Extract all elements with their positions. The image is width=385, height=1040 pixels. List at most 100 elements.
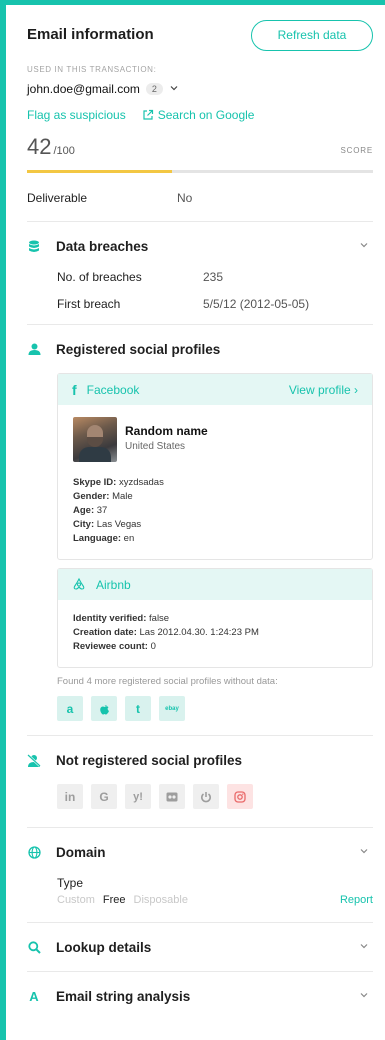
database-icon <box>27 239 41 253</box>
lookup-details-header[interactable]: Lookup details <box>27 923 373 971</box>
ebay-icon[interactable]: ebay <box>159 696 185 721</box>
lookup-details-section: Lookup details <box>27 923 373 972</box>
first-breach-label: First breach <box>57 297 121 311</box>
registered-social-title: Registered social profiles <box>56 341 221 357</box>
more-profiles-text: Found 4 more registered social profiles … <box>57 676 278 687</box>
email-count-badge: 2 <box>145 83 163 95</box>
view-profile-link[interactable]: View profile › <box>289 383 358 397</box>
profile-field: Gender: Male <box>73 491 133 502</box>
refresh-data-button[interactable]: Refresh data <box>251 20 373 51</box>
not-registered-title: Not registered social profiles <box>56 752 243 768</box>
airbnb-card: Airbnb Identity verified: false Creation… <box>57 568 373 668</box>
used-in-transaction-label: USED IN THIS TRANSACTION: <box>27 65 157 74</box>
data-breaches-header[interactable]: Data breaches <box>27 222 373 270</box>
string-analysis-title: Email string analysis <box>56 988 191 1004</box>
user-blocked-icon <box>27 753 41 767</box>
linkedin-icon[interactable]: in <box>57 784 83 809</box>
domain-type-options: Custom Free Disposable Report <box>57 894 373 906</box>
chevron-right-icon: › <box>354 382 358 397</box>
profile-field: Skype ID: xyzdsadas <box>73 477 164 488</box>
user-icon <box>27 342 41 356</box>
external-link-icon <box>142 109 154 121</box>
panel-header: Email information Refresh data <box>27 5 373 63</box>
breach-details: No. of breaches 235 First breach 5/5/12 … <box>27 270 373 311</box>
airbnb-card-header: Airbnb <box>58 569 372 600</box>
profile-location: United States <box>125 441 186 452</box>
panel-title: Email information <box>27 26 154 43</box>
domain-header[interactable]: Domain <box>27 828 373 876</box>
facebook-name: Facebook <box>86 382 140 397</box>
airbnb-name: Airbnb <box>96 577 131 592</box>
score-label: SCORE <box>340 146 373 155</box>
profile-field: Language: en <box>73 533 135 544</box>
email-selector[interactable]: john.doe@gmail.com 2 <box>27 82 373 96</box>
chevron-down-icon[interactable] <box>359 846 369 859</box>
deliverable-value: No <box>177 191 193 205</box>
instagram-icon[interactable] <box>227 784 253 809</box>
score-bar <box>27 170 373 173</box>
data-breaches-section: Data breaches No. of breaches 235 First … <box>27 222 373 325</box>
flickr-icon[interactable] <box>159 784 185 809</box>
domain-option-free: Free <box>102 894 126 906</box>
chevron-down-icon[interactable] <box>169 83 179 96</box>
search-icon <box>27 940 41 954</box>
amazon-icon[interactable]: a <box>57 696 83 721</box>
string-analysis-header[interactable]: A Email string analysis <box>27 972 373 1020</box>
apple-icon[interactable] <box>91 696 117 721</box>
facebook-icon: f <box>72 381 77 398</box>
registered-social-section: Registered social profiles f Facebook Vi… <box>27 325 373 736</box>
facebook-card-header: f Facebook View profile › <box>58 374 372 405</box>
profile-field: Identity verified: false <box>73 613 170 624</box>
email-actions: Flag as suspicious Search on Google <box>27 108 373 122</box>
facebook-card-body: Random name United States Skype ID: xyzd… <box>58 405 372 559</box>
more-profiles-icons: a t ebay <box>57 696 373 721</box>
chevron-down-icon[interactable] <box>359 990 369 1003</box>
profile-summary: Random name United States <box>73 417 357 462</box>
email-info-panel: Email information Refresh data USED IN T… <box>6 5 385 1040</box>
registered-social-header: Registered social profiles <box>27 325 373 373</box>
deliverable-label: Deliverable <box>27 191 88 205</box>
airbnb-card-body: Identity verified: false Creation date: … <box>58 600 372 667</box>
breach-count-value: 235 <box>203 270 224 284</box>
email-address: john.doe@gmail.com <box>27 82 140 96</box>
domain-option-disposable: Disposable <box>133 894 188 906</box>
score-total: /100 <box>53 145 75 157</box>
profile-field: Reviewee count: 0 <box>73 641 156 652</box>
yahoo-icon[interactable]: y! <box>125 784 151 809</box>
score-bar-fill <box>27 170 173 173</box>
lookup-details-title: Lookup details <box>56 939 152 955</box>
chevron-down-icon[interactable] <box>359 941 369 954</box>
chevron-down-icon[interactable] <box>359 240 369 253</box>
domain-details: Type Custom Free Disposable Report <box>27 876 373 922</box>
globe-icon <box>27 845 41 859</box>
deliverable-row: Deliverable No <box>27 191 373 222</box>
score-value: 42/100 <box>27 134 75 159</box>
first-breach-value: 5/5/12 (2012-05-05) <box>203 297 310 311</box>
domain-section: Domain Type Custom Free Disposable Repor… <box>27 828 373 923</box>
profile-field: Creation date: Las 2012.04.30. 1:24:23 P… <box>73 627 259 638</box>
string-analysis-section: A Email string analysis <box>27 972 373 1020</box>
avatar <box>73 417 117 462</box>
not-registered-section: Not registered social profiles in G y! <box>27 736 373 828</box>
flag-suspicious-link[interactable]: Flag as suspicious <box>27 108 126 122</box>
google-icon[interactable]: G <box>91 784 117 809</box>
breach-count-label: No. of breaches <box>57 270 142 284</box>
airbnb-icon <box>72 577 86 593</box>
social-cards: f Facebook View profile › Random name Un… <box>27 373 373 721</box>
profile-name: Random name <box>125 424 208 438</box>
report-link[interactable]: Report <box>340 894 373 906</box>
profile-field: City: Las Vegas <box>73 519 142 530</box>
power-icon[interactable] <box>193 784 219 809</box>
facebook-card: f Facebook View profile › Random name Un… <box>57 373 373 560</box>
not-registered-header: Not registered social profiles <box>27 736 373 784</box>
domain-option-custom: Custom <box>57 894 95 906</box>
first-breach-row: First breach 5/5/12 (2012-05-05) <box>57 297 373 311</box>
domain-title: Domain <box>56 844 106 860</box>
score-row: 42/100 SCORE <box>27 134 373 164</box>
profile-field: Age: 37 <box>73 505 108 516</box>
tumblr-icon[interactable]: t <box>125 696 151 721</box>
data-breaches-title: Data breaches <box>56 238 149 254</box>
search-google-link[interactable]: Search on Google <box>158 108 255 122</box>
not-registered-icons: in G y! <box>27 784 373 809</box>
domain-type-label: Type <box>57 876 84 890</box>
